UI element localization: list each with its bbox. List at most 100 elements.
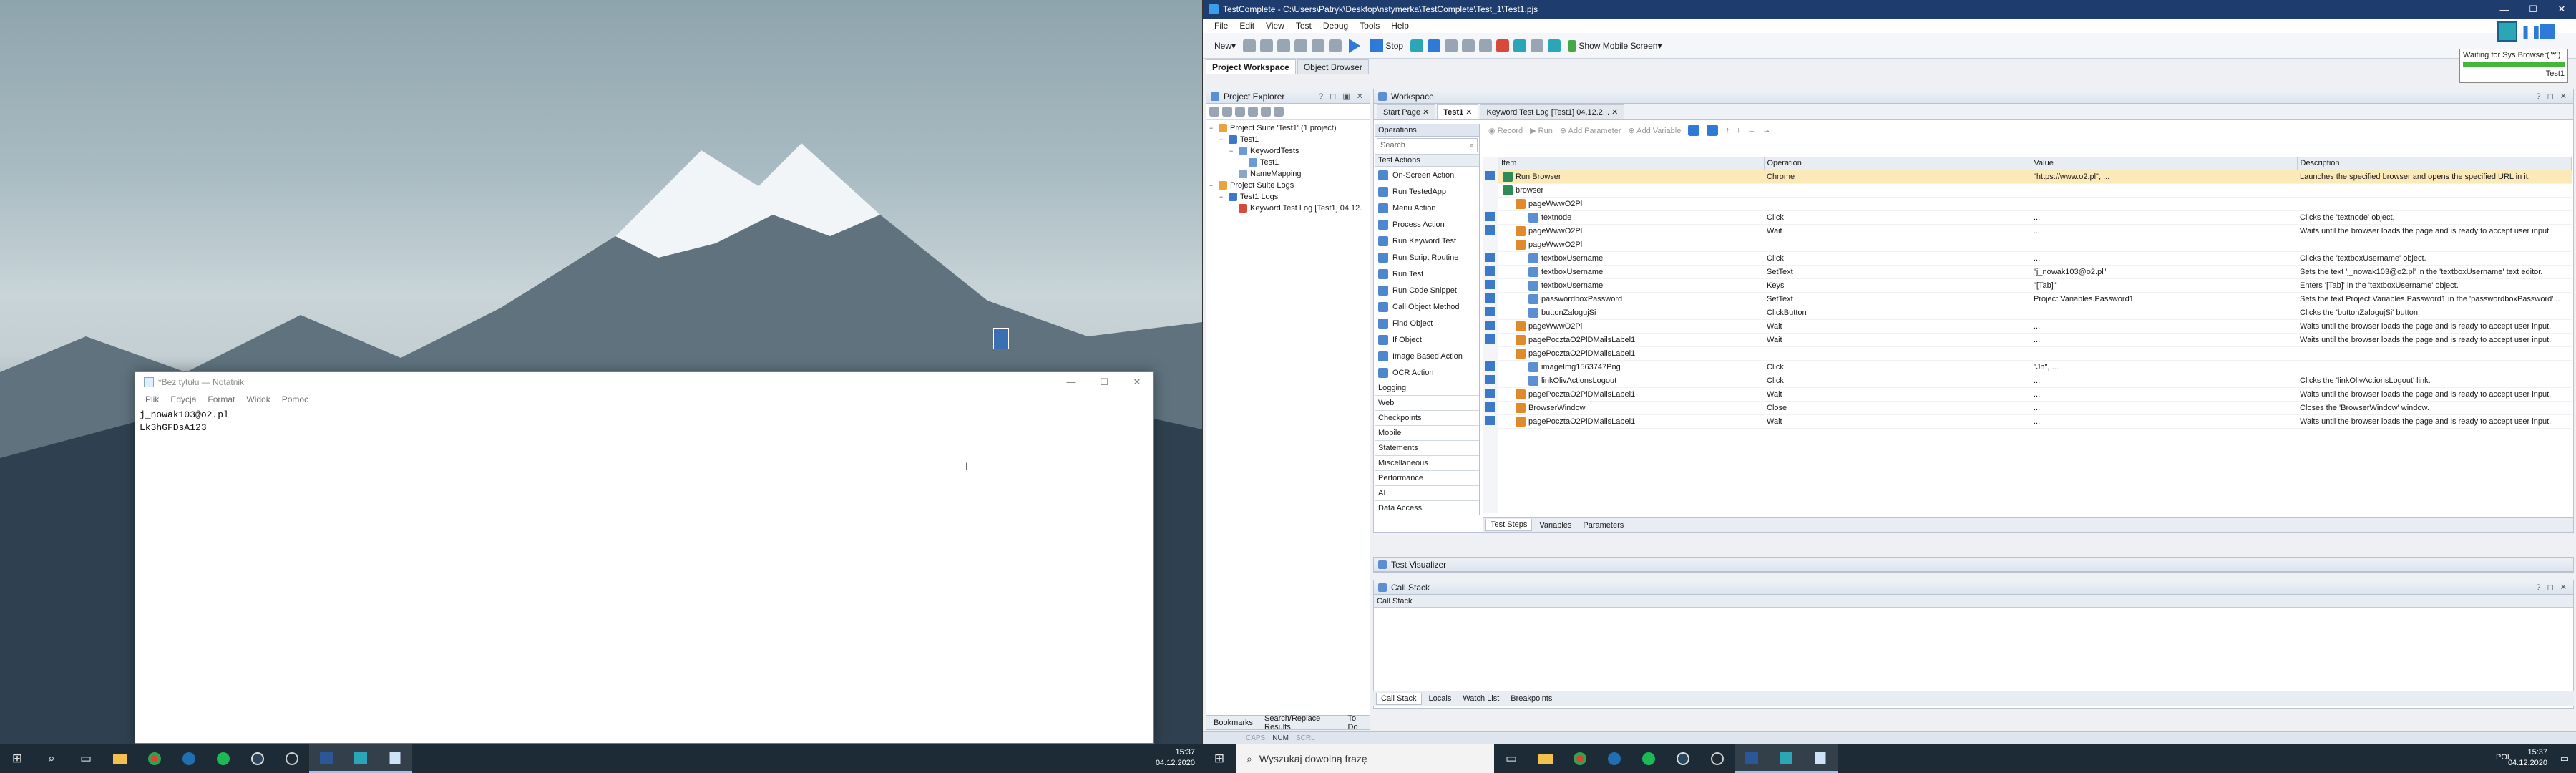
tc-maximize-button[interactable]: ☐ xyxy=(2519,0,2547,19)
checkpoint-gutter-icon[interactable] xyxy=(1485,361,1495,371)
operation-group[interactable]: Web xyxy=(1375,396,1479,411)
value-cell[interactable] xyxy=(2031,346,2297,361)
tree-node[interactable]: − Project Suite 'Test1' (1 project) xyxy=(1209,122,1367,134)
new-button[interactable]: New ▾ xyxy=(1211,37,1239,55)
browser-icon[interactable] xyxy=(172,744,206,773)
menu-debug[interactable]: Debug xyxy=(1317,21,1354,31)
move-up-icon[interactable]: ↑ xyxy=(1725,126,1729,135)
extract-icon[interactable] xyxy=(1688,125,1700,136)
operation-group[interactable]: Logging xyxy=(1375,381,1479,396)
expand-icon[interactable]: − xyxy=(1229,145,1236,157)
tab-start-page[interactable]: Start Page ✕ xyxy=(1377,104,1436,119)
operation-item[interactable]: Run Keyword Test xyxy=(1375,233,1479,249)
show-mobile-screen-button[interactable]: Show Mobile Screen ▾ xyxy=(1565,37,1664,55)
move-right-icon[interactable]: → xyxy=(1762,126,1770,135)
calculator-icon[interactable] xyxy=(1479,39,1493,52)
tree-node[interactable]: Keyword Test Log [Test1] 04.12. xyxy=(1209,203,1367,214)
settings-icon[interactable] xyxy=(1410,39,1424,52)
tab-to-do[interactable]: To Do xyxy=(1344,713,1370,733)
add-variable-button[interactable]: ⊕ Add Variable xyxy=(1628,126,1681,135)
checkpoint-icon[interactable] xyxy=(1548,39,1561,52)
checkpoint-gutter-icon[interactable] xyxy=(1485,293,1495,303)
group-icon[interactable] xyxy=(1707,125,1719,136)
value-cell[interactable]: ... xyxy=(2031,401,2297,415)
move-down-icon[interactable]: ↓ xyxy=(1737,126,1741,135)
value-cell[interactable]: "https://www.o2.pl", ... xyxy=(2031,170,2297,184)
tree-node[interactable]: − Test1 xyxy=(1209,134,1367,145)
table-row[interactable]: pageWwwO2Pl xyxy=(1498,238,2572,252)
checkpoint-gutter-icon[interactable] xyxy=(1485,375,1495,384)
menu-tools[interactable]: Tools xyxy=(1354,21,1385,31)
tab-breakpoints[interactable]: Breakpoints xyxy=(1506,693,1556,704)
notepad-titlebar[interactable]: *Bez tytułu — Notatnik xyxy=(135,372,1153,392)
value-cell[interactable]: ... xyxy=(2031,224,2297,238)
table-row[interactable]: buttonZalogujSi ClickButton Clicks the 'bu… xyxy=(1498,306,2572,320)
step-over-icon[interactable] xyxy=(1445,39,1458,52)
operation-group[interactable]: Performance xyxy=(1375,471,1479,486)
app-icon[interactable] xyxy=(275,744,309,773)
table-row[interactable]: pagePocztaO2PlDMailsLabel1 Wait... Waits u… xyxy=(1498,333,2572,347)
add-parameter-button[interactable]: ⊕ Add Parameter xyxy=(1560,126,1621,135)
menu-widok[interactable]: Widok xyxy=(240,394,275,404)
file-explorer-icon[interactable] xyxy=(103,744,137,773)
table-row[interactable]: pagePocztaO2PlDMailsLabel1 xyxy=(1498,346,2572,361)
expand-icon[interactable]: − xyxy=(1209,180,1216,191)
operation-item[interactable]: On-Screen Action xyxy=(1375,167,1479,183)
checkpoint-gutter-icon[interactable] xyxy=(1485,266,1495,276)
table-row[interactable]: pageWwwO2Pl Wait... Waits until the browse… xyxy=(1498,224,2572,238)
taskbar-search-input[interactable]: ⌕ Wyszukaj dowolną frazę xyxy=(1236,744,1494,773)
checkpoint-gutter-icon[interactable] xyxy=(1485,280,1495,289)
tab-keyword-test-log[interactable]: Keyword Test Log [Test1] 04.12.2... ✕ xyxy=(1480,104,1625,119)
start-icon[interactable]: ⊞ xyxy=(0,744,34,773)
run-button[interactable] xyxy=(1346,37,1363,55)
operation-item[interactable]: Run Test xyxy=(1375,266,1479,282)
col-value[interactable]: Value xyxy=(2031,157,2298,170)
save-all-icon[interactable] xyxy=(1277,39,1291,52)
record-button[interactable]: ◉ Record xyxy=(1488,126,1523,135)
checkpoint-gutter-icon[interactable] xyxy=(1485,212,1495,221)
operation-item[interactable]: Image Based Action xyxy=(1375,348,1479,364)
tree-node[interactable]: − Project Suite Logs xyxy=(1209,180,1367,191)
properties-icon[interactable] xyxy=(1248,106,1258,117)
testcomplete-icon[interactable] xyxy=(1769,744,1803,773)
expand-icon[interactable]: − xyxy=(1219,134,1226,145)
checkpoint-gutter-icon[interactable] xyxy=(1485,402,1495,412)
operation-item[interactable]: Run TestedApp xyxy=(1375,183,1479,200)
tree-node[interactable]: NameMapping xyxy=(1209,168,1367,180)
operations-search-input[interactable]: Search ⌕ xyxy=(1377,138,1478,152)
move-left-icon[interactable]: ← xyxy=(1747,126,1755,135)
testcomplete-icon[interactable] xyxy=(343,744,378,773)
tc-close-button[interactable]: ✕ xyxy=(2547,0,2576,19)
value-cell[interactable]: "Jh", ... xyxy=(2031,360,2297,374)
stop-run-icon[interactable] xyxy=(2540,24,2555,39)
add-icon[interactable] xyxy=(1209,106,1219,117)
value-cell[interactable]: ... xyxy=(2031,387,2297,402)
operation-item[interactable]: OCR Action xyxy=(1375,364,1479,381)
close-button[interactable]: ✕ xyxy=(1121,372,1153,392)
table-row[interactable]: textboxUsername Click... Clicks the 'textb… xyxy=(1498,251,2572,266)
menu-plik[interactable]: Plik xyxy=(140,394,165,404)
tab-search-replace-results[interactable]: Search/Replace Results xyxy=(1260,713,1340,733)
table-row[interactable]: passwordboxPassword SetText Project.Variab… xyxy=(1498,292,2572,306)
object-spy-icon[interactable] xyxy=(1496,39,1510,52)
checkpoint-gutter-icon[interactable] xyxy=(1485,321,1495,330)
tab-project-workspace[interactable]: Project Workspace xyxy=(1206,59,1296,74)
steam-icon[interactable] xyxy=(240,744,275,773)
table-row[interactable]: textboxUsername Keys "[Tab]" Enters '[Tab]'… xyxy=(1498,278,2572,293)
operation-group[interactable]: AI xyxy=(1375,486,1479,501)
menu-view[interactable]: View xyxy=(1260,21,1290,31)
options-icon[interactable] xyxy=(1261,106,1271,117)
clock-left[interactable]: 15:37 04.12.2020 xyxy=(1156,747,1195,769)
checkpoint-gutter-icon[interactable] xyxy=(1485,416,1495,425)
clock-right[interactable]: 15:37 04.12.2020 xyxy=(2508,747,2547,769)
chrome-icon[interactable] xyxy=(137,744,172,773)
stop-button[interactable]: Stop xyxy=(1367,37,1406,55)
filter-icon[interactable] xyxy=(1274,106,1284,117)
notepad-taskbar-icon[interactable] xyxy=(1803,744,1838,773)
operation-group[interactable]: Miscellaneous xyxy=(1375,456,1479,471)
add-item-icon[interactable] xyxy=(1222,106,1232,117)
operation-group[interactable]: Checkpoints xyxy=(1375,411,1479,426)
notification-icon[interactable]: ▭ xyxy=(2560,753,2569,764)
value-cell[interactable]: ... xyxy=(2031,414,2297,429)
tc-running-icon[interactable] xyxy=(2497,21,2517,42)
